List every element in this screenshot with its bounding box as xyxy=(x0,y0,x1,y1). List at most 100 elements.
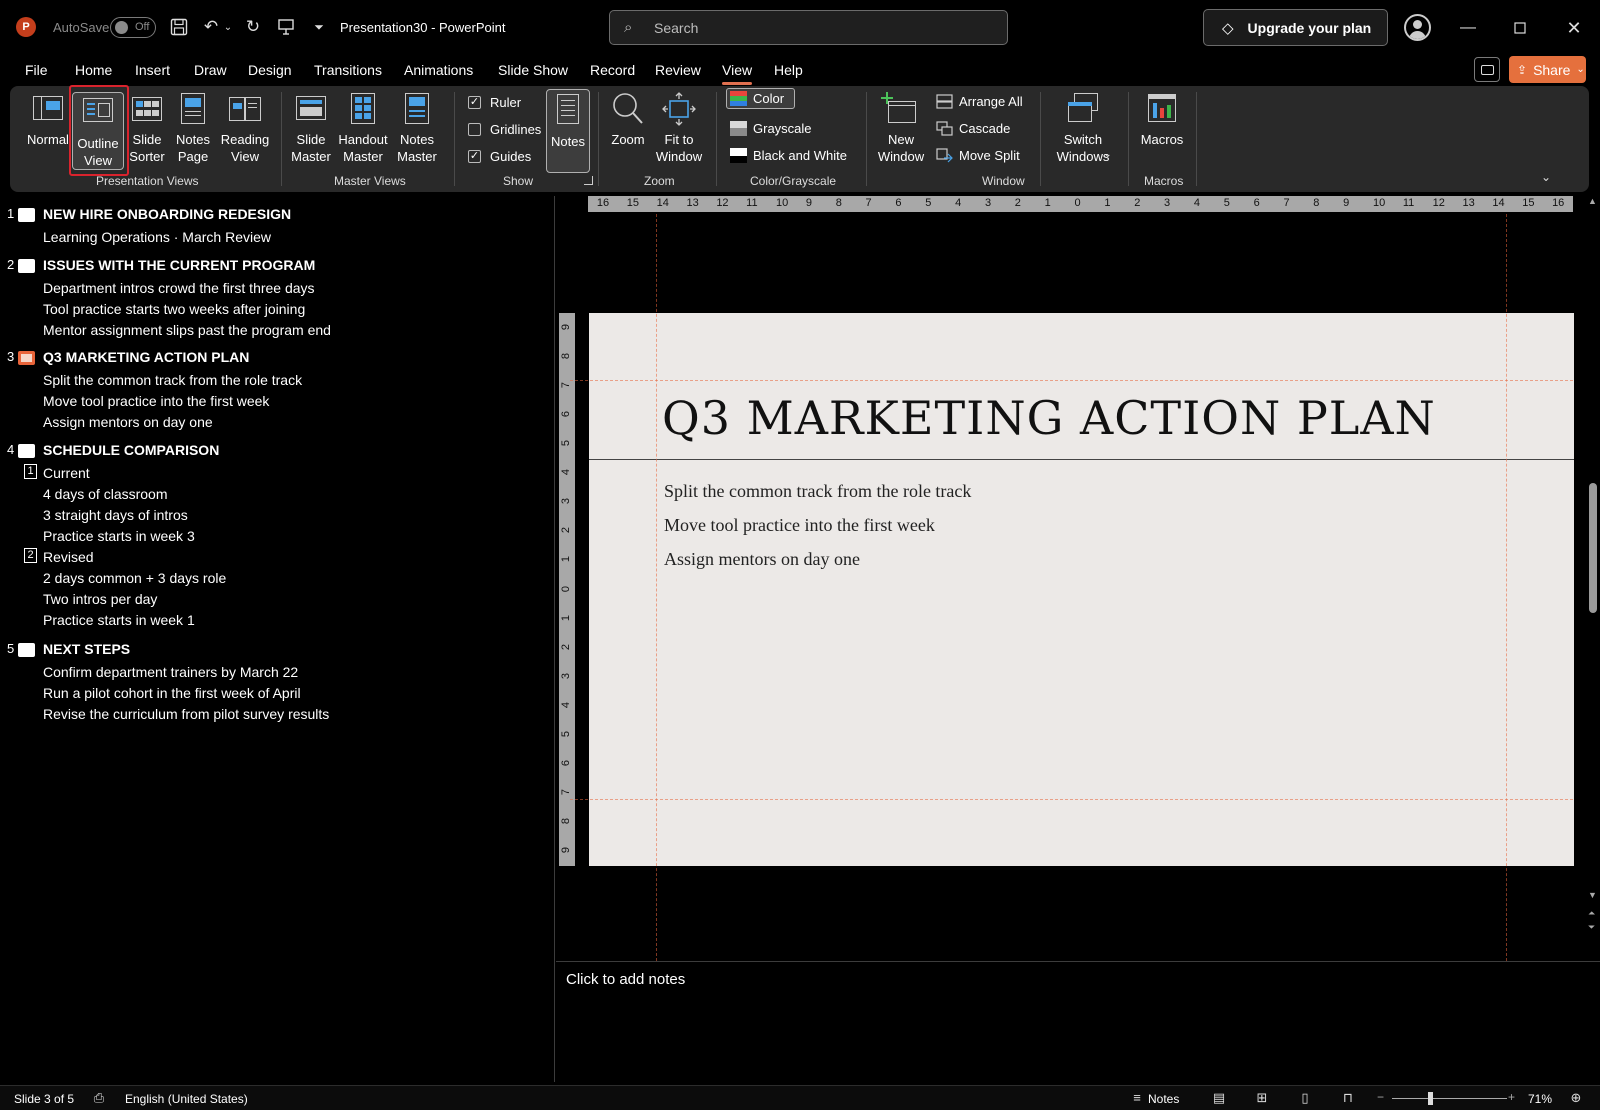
notes-placeholder[interactable]: Click to add notes xyxy=(566,971,685,988)
macros-button[interactable]: Macros xyxy=(1138,92,1186,170)
handout-master-button[interactable]: Handout Master xyxy=(336,92,390,170)
tab-draw[interactable]: Draw xyxy=(194,62,227,78)
fit-to-window-button[interactable]: Fit to Window xyxy=(654,92,704,170)
outline-line[interactable]: Practice starts in week 3 xyxy=(43,528,195,544)
autosave-toggle[interactable]: Off xyxy=(110,17,156,38)
zoom-slider[interactable] xyxy=(1392,1098,1507,1099)
slide-editing-area[interactable]: 16 15 14 13 12 11 10 9 8 7 6 5 4 3 2 1 0 1 2 3 4 5 6 7 8 9 10 11 12 1… xyxy=(556,196,1586,961)
normal-view-button[interactable]: Normal xyxy=(24,92,72,170)
outline-line[interactable]: Revised xyxy=(43,549,94,565)
outline-view-button[interactable]: Outline View xyxy=(72,92,124,170)
outline-line[interactable]: Revise the curriculum from pilot survey … xyxy=(43,706,329,722)
gridlines-checkbox[interactable]: Gridlines xyxy=(468,122,541,137)
notes-master-button[interactable]: Notes Master xyxy=(395,92,439,170)
new-window-button[interactable]: New Window xyxy=(876,92,926,170)
language-indicator[interactable]: English (United States) xyxy=(125,1092,248,1106)
slide-bullet[interactable]: Split the common track from the role tra… xyxy=(664,481,971,502)
outline-line[interactable]: Practice starts in week 1 xyxy=(43,612,195,628)
slide-title[interactable]: Q3 MARKETING ACTION PLAN xyxy=(662,391,1436,445)
ribbon-collapse-icon[interactable]: ⌄ xyxy=(1541,170,1551,184)
tab-file[interactable]: File xyxy=(25,62,48,78)
tab-record[interactable]: Record xyxy=(590,62,635,78)
outline-line[interactable]: 2 days common + 3 days role xyxy=(43,570,226,586)
notes-toggle-label[interactable]: Notes xyxy=(1148,1092,1179,1106)
ruler-checkbox[interactable]: ✓ Ruler xyxy=(468,95,521,110)
tab-home[interactable]: Home xyxy=(75,62,112,78)
slide-sorter-button[interactable]: Slide Sorter xyxy=(127,92,167,170)
present-icon[interactable] xyxy=(275,16,297,38)
outline-line[interactable]: Move tool practice into the first week xyxy=(43,393,269,409)
black-and-white-button[interactable]: Black and White xyxy=(730,148,847,163)
reading-view-icon[interactable]: ▯ xyxy=(1297,1091,1313,1105)
search-input[interactable]: ⌕ Search xyxy=(609,10,1008,45)
normal-view-icon[interactable]: ▤ xyxy=(1211,1091,1227,1105)
close-icon[interactable]: ✕ xyxy=(1559,14,1589,42)
tab-animations[interactable]: Animations xyxy=(404,62,473,78)
tab-review[interactable]: Review xyxy=(655,62,701,78)
outline-line[interactable]: 3 straight days of intros xyxy=(43,507,188,523)
guides-checkbox[interactable]: ✓ Guides xyxy=(468,149,531,164)
zoom-out-button[interactable]: − xyxy=(1377,1090,1384,1104)
slide-show-icon[interactable]: ⊓ xyxy=(1340,1091,1356,1105)
grayscale-button[interactable]: Grayscale xyxy=(730,121,812,136)
undo-dropdown-icon[interactable]: ⌄ xyxy=(222,16,234,38)
scroll-up-icon[interactable]: ▲ xyxy=(1588,196,1597,206)
color-button[interactable]: Color xyxy=(726,88,796,109)
save-icon[interactable] xyxy=(168,16,190,38)
outline-slide-title[interactable]: NEW HIRE ONBOARDING REDESIGN xyxy=(43,206,291,222)
share-button[interactable]: ⇪ Share ⌄ xyxy=(1509,56,1586,83)
tab-view[interactable]: View xyxy=(722,62,753,85)
outline-slide-title[interactable]: Q3 MARKETING ACTION PLAN xyxy=(43,349,249,365)
outline-slide-title[interactable]: SCHEDULE COMPARISON xyxy=(43,442,219,458)
redo-icon[interactable]: ↻ xyxy=(242,16,264,38)
outline-line[interactable]: Current xyxy=(43,465,90,481)
vertical-guide[interactable] xyxy=(1506,214,1507,961)
next-slide-icon[interactable]: ⏷ xyxy=(1588,922,1595,933)
tab-transitions[interactable]: Transitions xyxy=(314,62,382,78)
outline-line[interactable]: Learning Operations · March Review xyxy=(43,229,271,245)
slide-bullet[interactable]: Assign mentors on day one xyxy=(664,549,860,570)
outline-line[interactable]: 4 days of classroom xyxy=(43,486,168,502)
notes-toggle-icon[interactable]: ≡ xyxy=(1129,1091,1145,1105)
tab-insert[interactable]: Insert xyxy=(135,62,170,78)
undo-icon[interactable]: ↶ xyxy=(200,16,222,38)
slide-sorter-icon[interactable]: ⊞ xyxy=(1254,1091,1270,1105)
outline-line[interactable]: Assign mentors on day one xyxy=(43,414,213,430)
zoom-button[interactable]: Zoom xyxy=(608,92,648,170)
vertical-scrollbar[interactable]: ▲ ▼ ⏶ ⏷ xyxy=(1586,196,1600,944)
outline-slide-title[interactable]: NEXT STEPS xyxy=(43,641,130,657)
slide-canvas[interactable]: Q3 MARKETING ACTION PLAN Split the commo… xyxy=(589,313,1574,866)
outline-line[interactable]: Mentor assignment slips past the program… xyxy=(43,322,331,338)
zoom-level[interactable]: 71% xyxy=(1528,1092,1552,1106)
tab-design[interactable]: Design xyxy=(248,62,292,78)
outline-pane[interactable]: 1 NEW HIRE ONBOARDING REDESIGN Learning … xyxy=(0,200,554,1082)
accessibility-icon[interactable]: ⎙ xyxy=(91,1091,107,1105)
show-dialog-launcher-icon[interactable] xyxy=(584,176,593,185)
outline-line[interactable]: Two intros per day xyxy=(43,591,157,607)
outline-line[interactable]: Split the common track from the role tra… xyxy=(43,372,302,388)
previous-slide-icon[interactable]: ⏶ xyxy=(1588,908,1595,919)
avatar[interactable] xyxy=(1404,14,1431,41)
vertical-guide[interactable] xyxy=(656,214,657,961)
slide-bullet[interactable]: Move tool practice into the first week xyxy=(664,515,935,536)
cascade-button[interactable]: Cascade xyxy=(936,121,1010,136)
maximize-icon[interactable] xyxy=(1505,14,1535,42)
notes-divider[interactable] xyxy=(556,961,1600,962)
outline-line[interactable]: Department intros crowd the first three … xyxy=(43,280,315,296)
minimize-icon[interactable]: — xyxy=(1453,14,1483,42)
notes-button[interactable]: Notes xyxy=(546,89,590,173)
notes-page-button[interactable]: Notes Page xyxy=(171,92,215,170)
outline-line[interactable]: Run a pilot cohort in the first week of … xyxy=(43,685,301,701)
comments-button[interactable] xyxy=(1474,57,1500,82)
arrange-all-button[interactable]: Arrange All xyxy=(936,94,1023,109)
horizontal-guide[interactable] xyxy=(570,799,1573,800)
zoom-slider-thumb[interactable] xyxy=(1428,1092,1433,1105)
tab-help[interactable]: Help xyxy=(774,62,803,78)
reading-view-button[interactable]: Reading View xyxy=(220,92,270,170)
scroll-down-icon[interactable]: ▼ xyxy=(1588,890,1597,900)
zoom-in-button[interactable]: + xyxy=(1508,1090,1515,1104)
scrollbar-thumb[interactable] xyxy=(1589,483,1597,613)
tab-slide-show[interactable]: Slide Show xyxy=(498,62,568,78)
horizontal-guide[interactable] xyxy=(570,380,1573,381)
outline-line[interactable]: Tool practice starts two weeks after joi… xyxy=(43,301,305,317)
